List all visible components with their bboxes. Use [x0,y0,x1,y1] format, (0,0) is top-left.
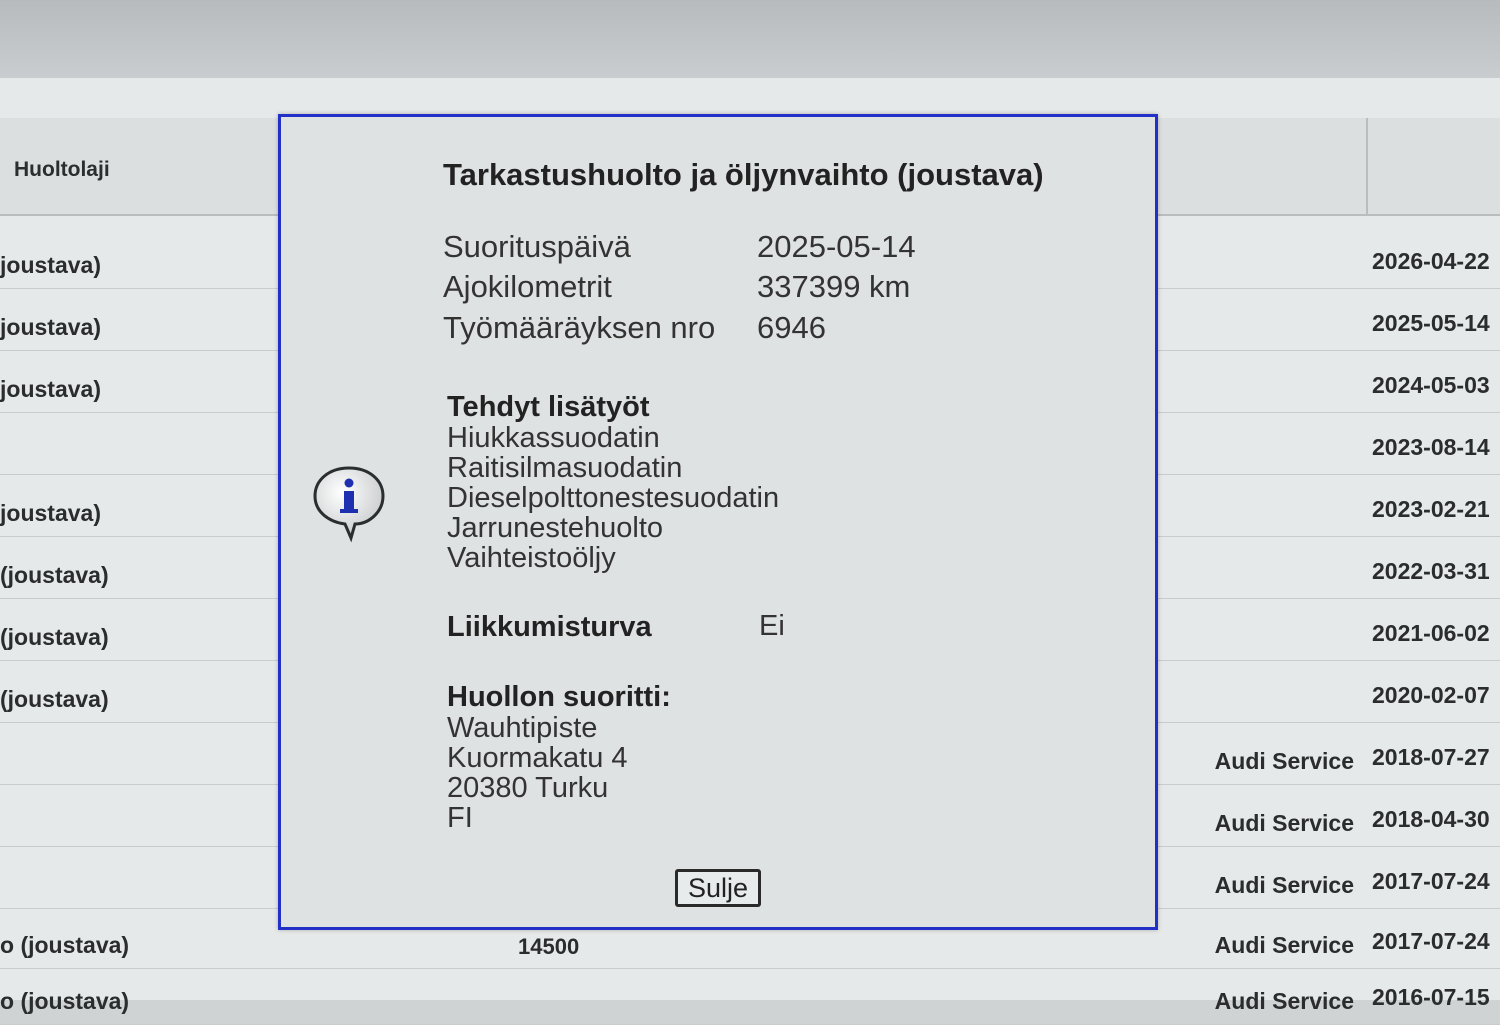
window-top-band [0,0,1500,78]
row-workshop: Audi Service [1214,748,1354,774]
mileage-label: Ajokilometrit [443,269,612,304]
row-workshop: Audi Service [1214,932,1354,958]
mileage-value: 337399 km [757,269,911,304]
column-separator [1366,118,1368,214]
row-date: 2020-02-07 [1372,682,1490,708]
row-service-type: (joustava) [0,686,109,712]
row-date: 2018-04-30 [1372,806,1490,832]
row-service-type: joustava) [0,314,101,340]
column-header-service-type: Huoltolaji [14,158,110,181]
row-kilometers: 14500 [518,934,580,959]
extra-work-item: Dieselpolttonestesuodatin [447,482,780,514]
row-date: 2024-05-03 [1372,372,1490,398]
completion-date-label: Suorituspäivä [443,229,631,264]
row-date: 2022-03-31 [1372,558,1490,584]
row-service-type: joustava) [0,252,101,278]
row-service-type: joustava) [0,376,101,402]
extra-work-item: Raitisilmasuodatin [447,452,683,484]
mobility-value: Ei [759,610,785,642]
work-order-value: 6946 [757,310,826,345]
row-date: 2017-07-24 [1372,928,1490,954]
table-row[interactable]: o (joustava) Audi Service 2016-07-15 [0,962,1500,1025]
work-order-label: Työmääräyksen nro [443,310,716,345]
info-icon [311,462,387,546]
row-service-type: o (joustava) [0,988,130,1014]
row-service-type: (joustava) [0,624,109,650]
mobility-label: Liikkumisturva [447,611,652,643]
row-date: 2023-08-14 [1372,434,1490,460]
row-date: 2017-07-24 [1372,868,1490,894]
performer-city: 20380 Turku [447,772,609,804]
row-workshop: Audi Service [1214,872,1354,898]
service-details-dialog: Tarkastushuolto ja öljynvaihto (joustava… [278,114,1158,930]
row-service-type: joustava) [0,500,101,526]
row-date: 2023-02-21 [1372,496,1490,522]
performer-country: FI [447,802,473,834]
row-service-type: o (joustava) [0,932,130,958]
performer-street: Kuormakatu 4 [447,742,628,774]
row-date: 2026-04-22 [1372,248,1490,274]
extra-work-title: Tehdyt lisätyöt [447,391,650,423]
completion-date-value: 2025-05-14 [757,229,916,264]
performer-name: Wauhtipiste [447,712,598,744]
dialog-title: Tarkastushuolto ja öljynvaihto (joustava… [443,157,1044,192]
row-date: 2016-07-15 [1372,984,1490,1010]
row-workshop: Audi Service [1214,810,1354,836]
close-button[interactable]: Sulje [675,869,761,907]
performer-title: Huollon suoritti: [447,681,671,713]
row-workshop: Audi Service [1214,988,1354,1014]
row-date: 2021-06-02 [1372,620,1490,646]
row-date: 2025-05-14 [1372,310,1490,336]
extra-work-item: Jarrunestehuolto [447,512,664,544]
extra-work-item: Hiukkassuodatin [447,422,660,454]
row-service-type: (joustava) [0,562,109,588]
row-date: 2018-07-27 [1372,744,1490,770]
extra-work-item: Vaihteistoöljy [447,542,616,574]
